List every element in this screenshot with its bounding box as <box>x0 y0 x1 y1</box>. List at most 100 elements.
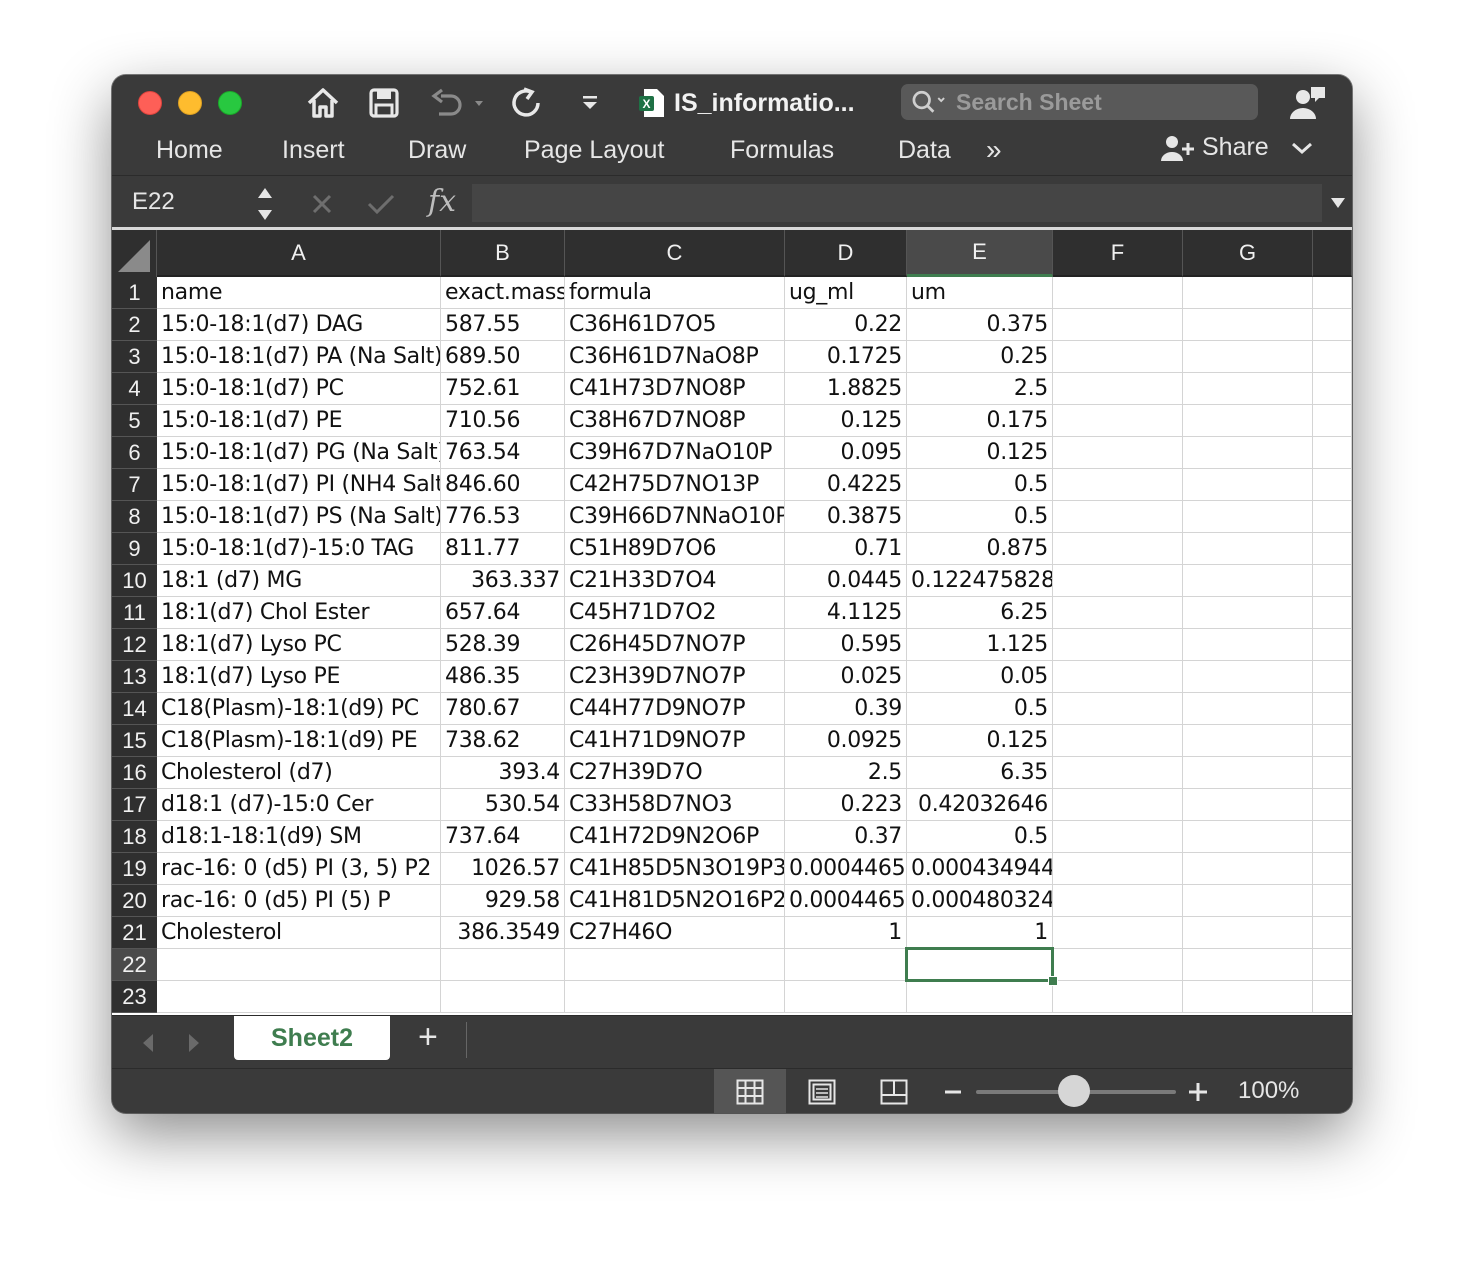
cell-h6[interactable] <box>1313 437 1352 469</box>
column-header-e[interactable]: E <box>907 230 1053 277</box>
row-header-17[interactable]: 17 <box>112 789 157 821</box>
cell-h14[interactable] <box>1313 693 1352 725</box>
cell-d17[interactable]: 0.223 <box>785 789 907 821</box>
cell-a1[interactable]: name <box>157 277 441 309</box>
spreadsheet-grid[interactable]: A B C D E F G 1 name exact.mass formula ug_ml um 2 15:… <box>112 230 1352 1015</box>
cell-c23[interactable] <box>565 981 785 1013</box>
cell-a20[interactable]: rac-16: 0 (d5) PI (5) P <box>157 885 441 917</box>
cell-c8[interactable]: C39H66D7NNaO10P <box>565 501 785 533</box>
cell-h16[interactable] <box>1313 757 1352 789</box>
cell-b5[interactable]: 710.56 <box>441 405 565 437</box>
row-header-13[interactable]: 13 <box>112 661 157 693</box>
cell-f17[interactable] <box>1053 789 1183 821</box>
cell-g16[interactable] <box>1183 757 1313 789</box>
cell-a4[interactable]: 15:0-18:1(d7) PC <box>157 373 441 405</box>
cell-g2[interactable] <box>1183 309 1313 341</box>
cell-e14[interactable]: 0.5 <box>907 693 1053 725</box>
home-icon[interactable] <box>304 85 342 121</box>
formula-input[interactable] <box>472 184 1322 222</box>
cell-b4[interactable]: 752.61 <box>441 373 565 405</box>
cell-c20[interactable]: C41H81D5N2O16P2 <box>565 885 785 917</box>
enter-check-icon[interactable] <box>366 192 396 216</box>
cell-c7[interactable]: C42H75D7NO13P <box>565 469 785 501</box>
cell-d18[interactable]: 0.37 <box>785 821 907 853</box>
cell-c19[interactable]: C41H85D5N3O19P3 <box>565 853 785 885</box>
column-header[interactable] <box>1313 230 1352 277</box>
row-header-6[interactable]: 6 <box>112 437 157 469</box>
zoom-in-icon[interactable] <box>1188 1082 1208 1102</box>
row-header-16[interactable]: 16 <box>112 757 157 789</box>
cell-b7[interactable]: 846.60 <box>441 469 565 501</box>
cell-g3[interactable] <box>1183 341 1313 373</box>
cell-f8[interactable] <box>1053 501 1183 533</box>
cell-b18[interactable]: 737.64 <box>441 821 565 853</box>
cell-a5[interactable]: 15:0-18:1(d7) PE <box>157 405 441 437</box>
cell-c17[interactable]: C33H58D7NO3 <box>565 789 785 821</box>
column-header-c[interactable]: C <box>565 230 785 277</box>
row-header-21[interactable]: 21 <box>112 917 157 949</box>
cell-e12[interactable]: 1.125 <box>907 629 1053 661</box>
cell-c13[interactable]: C23H39D7NO7P <box>565 661 785 693</box>
cell-h18[interactable] <box>1313 821 1352 853</box>
cell-c3[interactable]: C36H61D7NaO8P <box>565 341 785 373</box>
cell-f5[interactable] <box>1053 405 1183 437</box>
cell-d21[interactable]: 1 <box>785 917 907 949</box>
cell-a11[interactable]: 18:1(d7) Chol Ester <box>157 597 441 629</box>
cell-c12[interactable]: C26H45D7NO7P <box>565 629 785 661</box>
cell-c1[interactable]: formula <box>565 277 785 309</box>
undo-icon[interactable] <box>428 85 488 121</box>
cell-b8[interactable]: 776.53 <box>441 501 565 533</box>
cell-e16[interactable]: 6.35 <box>907 757 1053 789</box>
cell-d14[interactable]: 0.39 <box>785 693 907 725</box>
cell-e3[interactable]: 0.25 <box>907 341 1053 373</box>
cell-f6[interactable] <box>1053 437 1183 469</box>
row-header-9[interactable]: 9 <box>112 533 157 565</box>
cell-f22[interactable] <box>1053 949 1183 981</box>
cell-h5[interactable] <box>1313 405 1352 437</box>
cell-e21[interactable]: 1 <box>907 917 1053 949</box>
row-header-3[interactable]: 3 <box>112 341 157 373</box>
cell-g19[interactable] <box>1183 853 1313 885</box>
tab-home[interactable]: Home <box>156 136 223 165</box>
cell-e7[interactable]: 0.5 <box>907 469 1053 501</box>
cell-b11[interactable]: 657.64 <box>441 597 565 629</box>
tab-formulas[interactable]: Formulas <box>730 136 834 165</box>
cell-g4[interactable] <box>1183 373 1313 405</box>
cell-d22[interactable] <box>785 949 907 981</box>
select-all-corner[interactable] <box>112 230 157 277</box>
more-tabs-button[interactable]: » <box>986 134 1002 166</box>
search-sheet-box[interactable] <box>901 84 1258 120</box>
row-header-20[interactable]: 20 <box>112 885 157 917</box>
cell-h1[interactable] <box>1313 277 1352 309</box>
cell-a2[interactable]: 15:0-18:1(d7) DAG <box>157 309 441 341</box>
cell-g22[interactable] <box>1183 949 1313 981</box>
cell-b2[interactable]: 587.55 <box>441 309 565 341</box>
search-input[interactable] <box>954 87 1258 117</box>
cell-e20[interactable]: 0.000480324 <box>907 885 1053 917</box>
active-cell-selection[interactable] <box>905 947 1054 982</box>
cell-f3[interactable] <box>1053 341 1183 373</box>
page-break-view-button[interactable] <box>858 1069 930 1113</box>
cell-a10[interactable]: 18:1 (d7) MG <box>157 565 441 597</box>
cell-g8[interactable] <box>1183 501 1313 533</box>
row-header-15[interactable]: 15 <box>112 725 157 757</box>
cell-h17[interactable] <box>1313 789 1352 821</box>
cell-a21[interactable]: Cholesterol <box>157 917 441 949</box>
tab-data[interactable]: Data <box>898 136 951 165</box>
redo-icon[interactable] <box>508 85 544 121</box>
cell-f18[interactable] <box>1053 821 1183 853</box>
tab-insert[interactable]: Insert <box>282 136 345 165</box>
cell-g1[interactable] <box>1183 277 1313 309</box>
cell-b13[interactable]: 486.35 <box>441 661 565 693</box>
cell-e19[interactable]: 0.000434944 <box>907 853 1053 885</box>
cell-d10[interactable]: 0.0445 <box>785 565 907 597</box>
save-icon[interactable] <box>366 85 402 121</box>
cell-c22[interactable] <box>565 949 785 981</box>
cell-h7[interactable] <box>1313 469 1352 501</box>
close-window-button[interactable] <box>138 91 162 115</box>
cell-a12[interactable]: 18:1(d7) Lyso PC <box>157 629 441 661</box>
cell-e13[interactable]: 0.05 <box>907 661 1053 693</box>
cell-g14[interactable] <box>1183 693 1313 725</box>
cell-a17[interactable]: d18:1 (d7)-15:0 Cer <box>157 789 441 821</box>
cell-d19[interactable]: 0.0004465 <box>785 853 907 885</box>
